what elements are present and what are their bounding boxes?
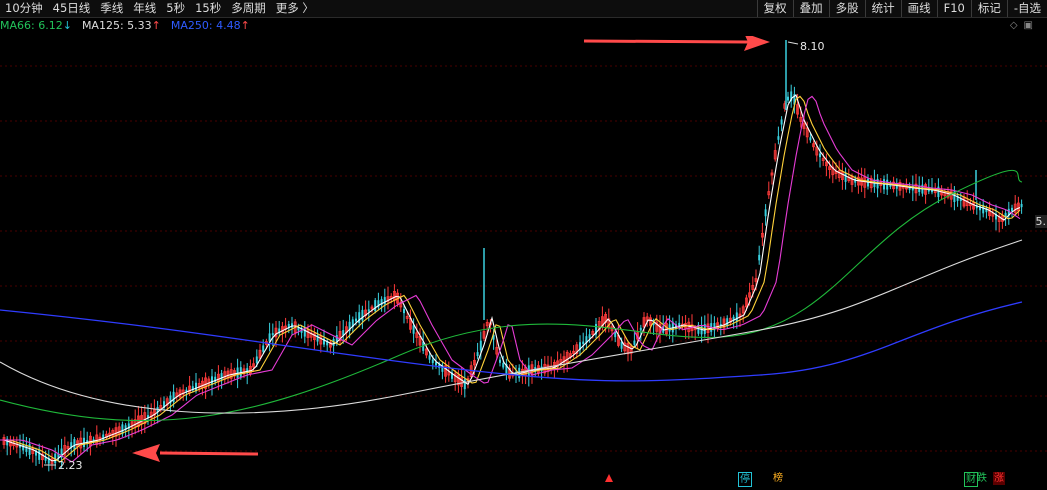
ranking-badge[interactable]: 榜 [772, 472, 784, 485]
candle-body [777, 136, 780, 140]
tool-buttons: 复权 叠加 多股 统计 画线 F10 标记 -自选 [756, 0, 1047, 17]
arrow-down-icon: ↓ [62, 19, 72, 32]
ma20-line [0, 95, 1021, 463]
ma5-line [0, 94, 1021, 462]
ma125-legend: MA125: 5.33↑ [82, 19, 161, 33]
ma-lines [0, 94, 1023, 463]
diamond-icon[interactable]: ◇ [1010, 20, 1018, 31]
candlesticks [2, 40, 1023, 472]
top-toolbar: 10分钟 45日线 季线 年线 5秒 15秒 多周期 更多 〉 复权 叠加 多股… [0, 0, 1047, 18]
kline-chart[interactable] [0, 36, 1047, 490]
candle-body [787, 96, 789, 101]
candle-body [374, 300, 377, 312]
candle-body [764, 209, 767, 217]
candle-body [502, 363, 505, 368]
candle-body [431, 359, 434, 364]
candle-body [819, 153, 821, 158]
suspend-badge[interactable]: 停 [738, 472, 752, 487]
fall-badge[interactable]: 跌 [976, 472, 988, 485]
chart-corner-icons: ◇ ▣ [1010, 20, 1033, 31]
tab-quarter[interactable]: 季线 [95, 0, 128, 17]
candle-body [809, 137, 812, 141]
tab-15sec[interactable]: 15秒 [190, 0, 226, 17]
ma10-line [0, 95, 1021, 463]
candle-body [633, 340, 636, 345]
rise-badge[interactable]: 涨 [993, 472, 1005, 485]
candle-body [22, 444, 25, 451]
candle-body [412, 325, 415, 334]
candle-body [220, 373, 223, 381]
draw-line-button[interactable]: 画线 [900, 0, 937, 17]
tab-10min[interactable]: 10分钟 [0, 0, 48, 17]
watchlist-button[interactable]: -自选 [1006, 0, 1047, 17]
tab-multi-period[interactable]: 多周期 [226, 0, 271, 17]
candle-body [268, 333, 271, 342]
candle-body [726, 318, 729, 326]
candle-body [1020, 204, 1023, 208]
candle-body [38, 449, 41, 460]
ma125-label: MA125: 5.33 [81, 19, 152, 32]
f10-button[interactable]: F10 [936, 0, 971, 17]
tab-5sec[interactable]: 5秒 [161, 0, 190, 17]
mark-button[interactable]: 标记 [970, 0, 1007, 17]
candle-body [476, 352, 479, 357]
multi-stock-button[interactable]: 多股 [828, 0, 865, 17]
ma-legend: MA66: 6.12↓ MA125: 5.33↑ MA250: 4.48↑ [0, 19, 260, 33]
candle-body [361, 309, 364, 321]
candle-body [668, 324, 671, 332]
high-price-pointer [787, 41, 799, 45]
bottom-arrow-shaft [159, 451, 259, 456]
candle-body [844, 172, 847, 182]
ma66-line [0, 169, 1023, 422]
ma66-legend: MA66: 6.12↓ [0, 19, 72, 33]
chart-grid [0, 65, 1047, 452]
window-icon[interactable]: ▣ [1024, 20, 1033, 31]
candle-body [1011, 207, 1013, 212]
candle-body [403, 308, 405, 314]
candle-body [780, 119, 783, 125]
candle-body [639, 327, 642, 331]
candle-body [735, 312, 738, 322]
candle-body [499, 359, 501, 363]
candle-body [588, 334, 591, 339]
candle-body [262, 345, 265, 352]
candle-body [271, 333, 274, 336]
tab-45day[interactable]: 45日线 [48, 0, 96, 17]
ma66-label: MA66: 6.12 [0, 19, 63, 32]
candle-body [582, 341, 585, 345]
candle-body [367, 309, 370, 312]
current-price-edge-label: 5. [1034, 215, 1047, 228]
arrow-up-icon: ↑ [240, 19, 250, 32]
candle-body [73, 439, 76, 450]
period-tabs: 10分钟 45日线 季线 年线 5秒 15秒 多周期 更多 〉 [0, 0, 319, 17]
candle-body [479, 340, 482, 351]
top-arrow-head [744, 36, 770, 51]
ma250-legend: MA250: 4.48↑ [171, 19, 250, 33]
candle-body [758, 254, 761, 261]
candle-body [428, 355, 431, 360]
high-price-label: 8.10 [800, 40, 825, 53]
statistics-button[interactable]: 统计 [864, 0, 901, 17]
ma250-label: MA250: 4.48 [170, 19, 241, 32]
candle-body [355, 318, 357, 322]
restore-rights-button[interactable]: 复权 [756, 0, 793, 17]
candle-body [383, 297, 386, 305]
candle-body [463, 379, 466, 390]
candle-body [435, 362, 437, 366]
event-marker-icon [605, 474, 613, 482]
tab-more[interactable]: 更多 〉 [271, 0, 319, 17]
tab-year[interactable]: 年线 [128, 0, 161, 17]
top-arrow-shaft [583, 39, 749, 44]
overlay-button[interactable]: 叠加 [792, 0, 829, 17]
bottom-arrow-head [132, 444, 160, 462]
arrow-up-icon: ↑ [151, 19, 161, 32]
low-price-label: 2.23 [58, 459, 83, 472]
candle-body [255, 356, 258, 364]
